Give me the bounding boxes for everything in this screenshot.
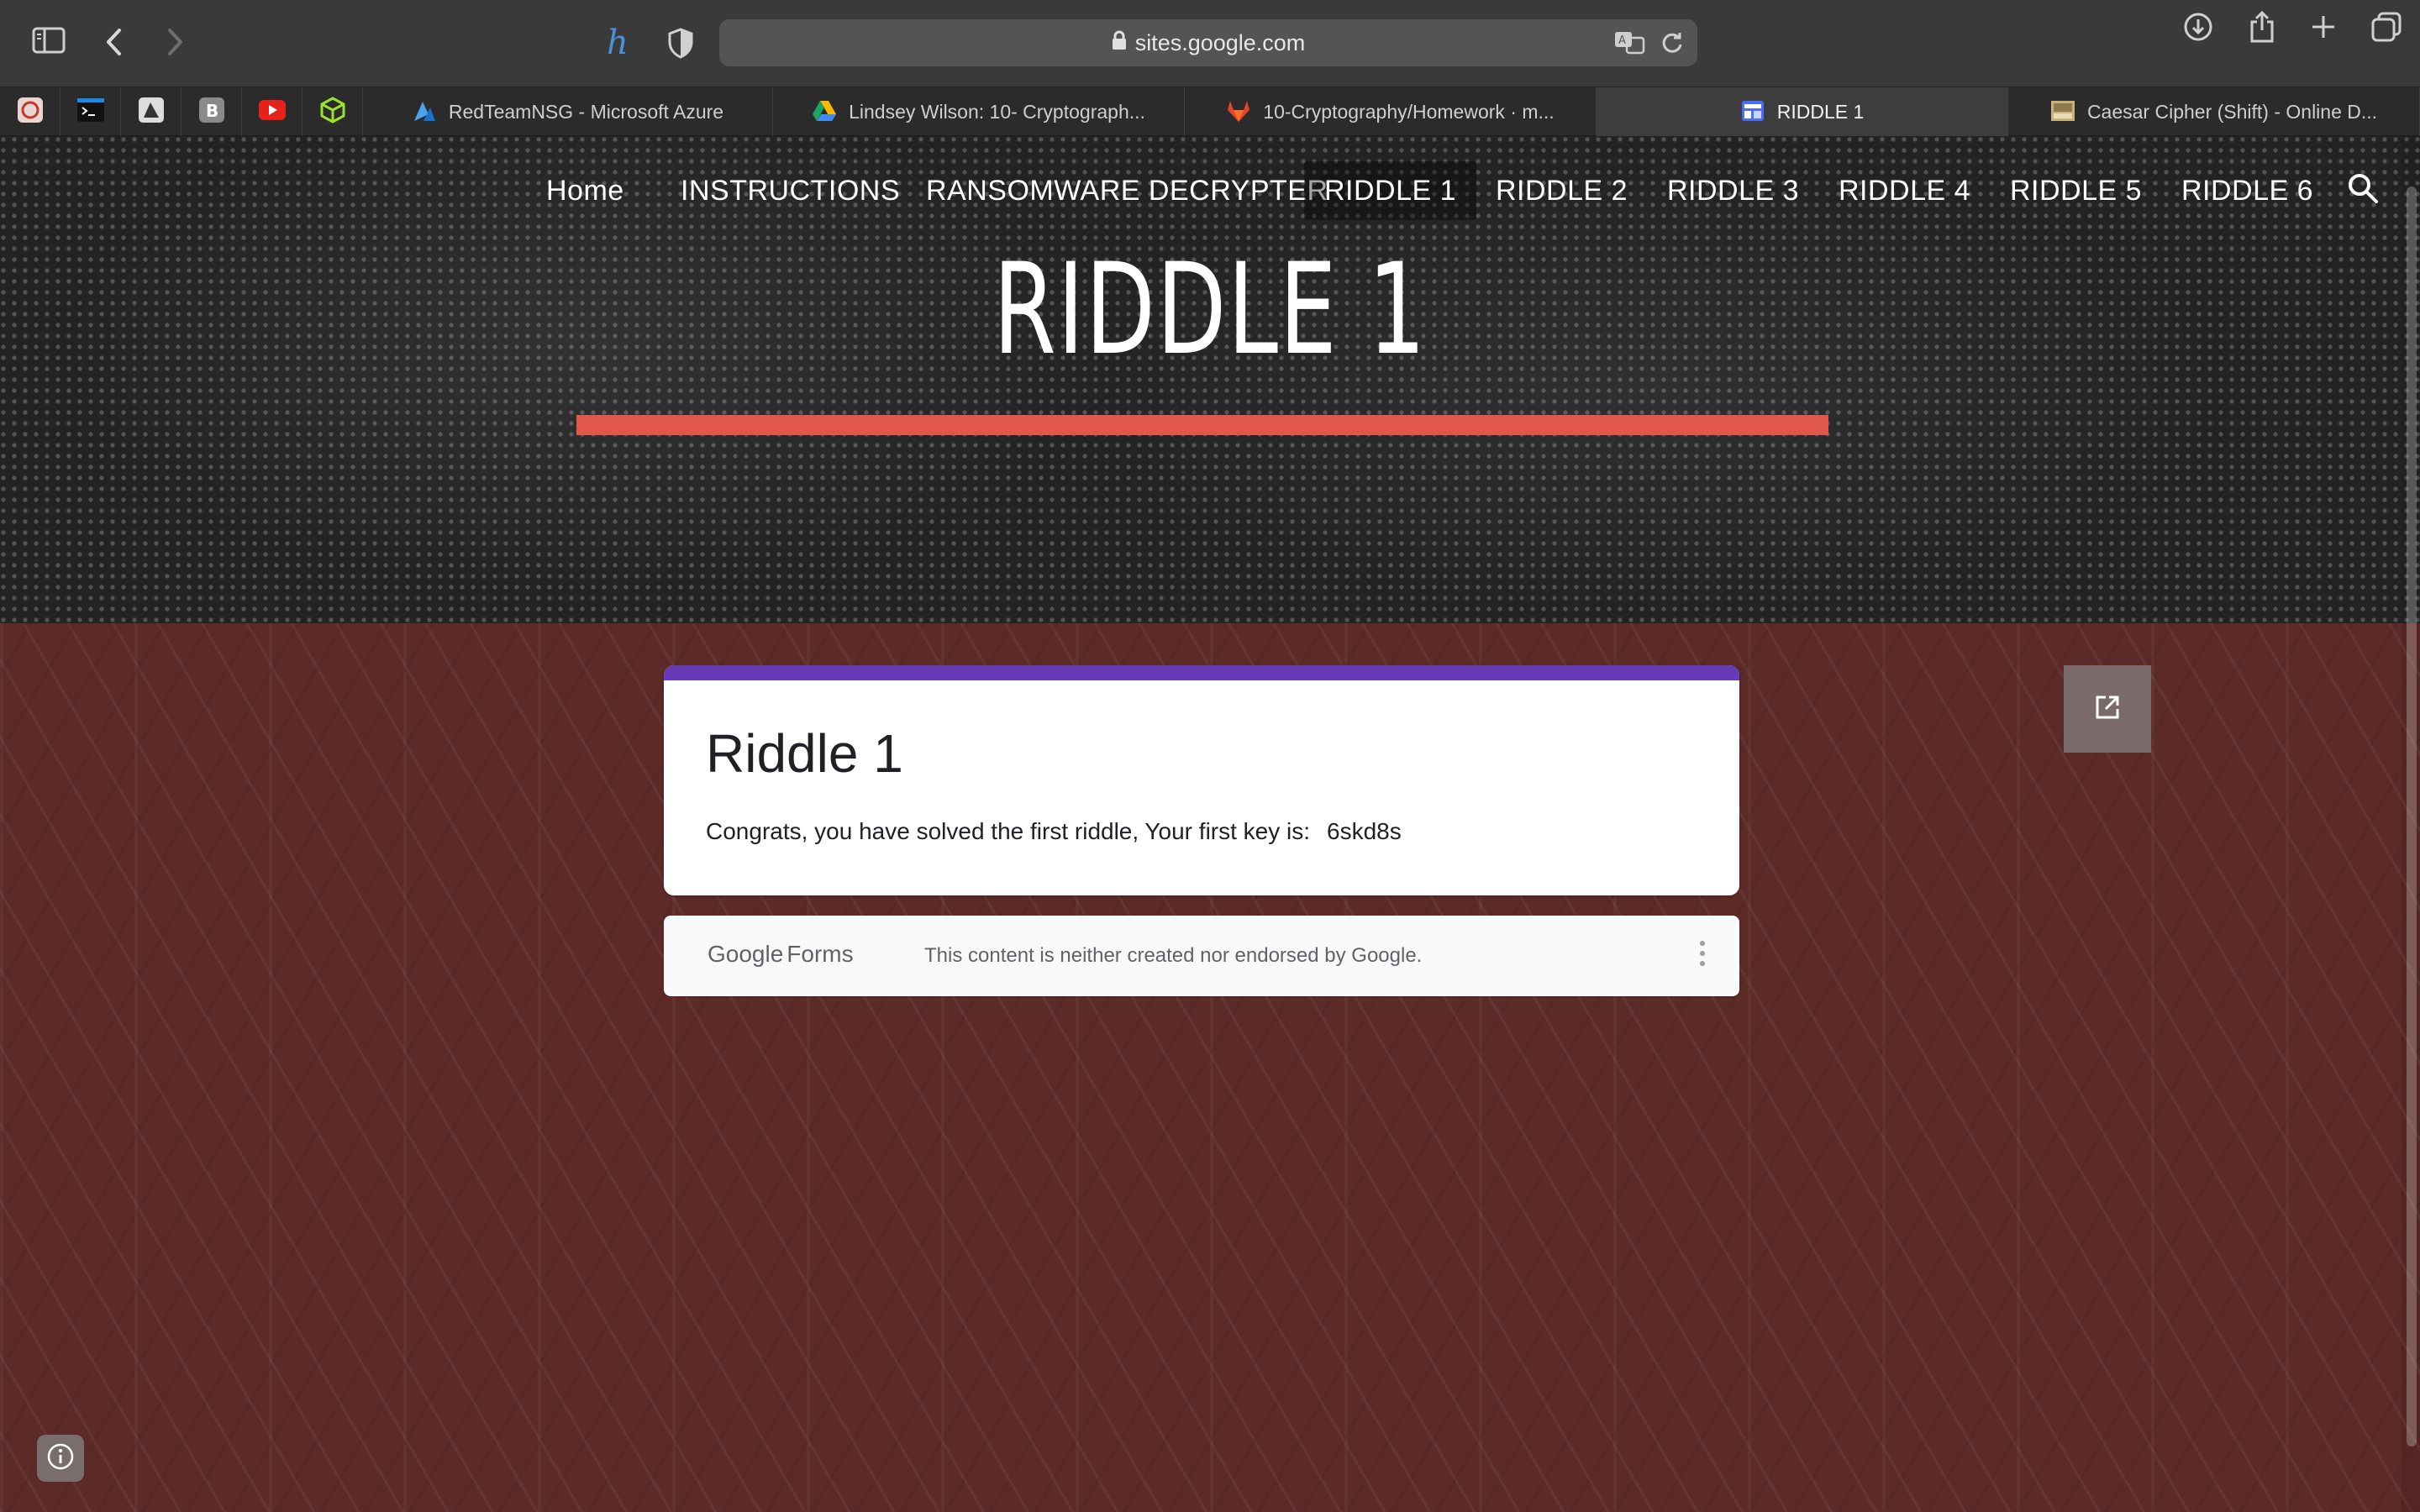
content-section: Riddle 1 Congrats, you have solved the f… xyxy=(0,623,2420,1512)
more-options-icon[interactable] xyxy=(1699,941,1706,971)
nav-instructions[interactable]: INSTRUCTIONS xyxy=(660,161,920,220)
google-drive-icon xyxy=(812,99,837,124)
google-forms-logo[interactable]: Google Forms xyxy=(708,941,854,968)
web-page: Home INSTRUCTIONS RANSOMWARE DECRYPTER R… xyxy=(0,136,2420,1512)
tab-overview-icon[interactable] xyxy=(2371,12,2402,46)
disclaimer-text: This content is neither created nor endo… xyxy=(924,944,1423,967)
reload-icon[interactable] xyxy=(1660,31,1684,60)
nav-ransomware-decrypter[interactable]: RANSOMWARE DECRYPTER xyxy=(906,161,1349,220)
downloads-icon[interactable] xyxy=(2183,12,2213,46)
search-icon[interactable] xyxy=(2346,171,2380,209)
site-info-button[interactable] xyxy=(37,1435,84,1482)
pinned-tab[interactable] xyxy=(0,87,60,136)
nav-riddle-1[interactable]: RIDDLE 1 xyxy=(1304,161,1477,220)
scrollbar[interactable] xyxy=(2402,136,2420,1512)
pinned-tab[interactable] xyxy=(121,87,182,136)
extension-h-icon[interactable]: h xyxy=(602,24,639,60)
scroll-thumb[interactable] xyxy=(2407,186,2417,1446)
back-icon[interactable] xyxy=(104,27,124,57)
site-nav: Home INSTRUCTIONS RANSOMWARE DECRYPTER R… xyxy=(0,161,2420,220)
tab-bar: B RedTeamNSG - Microsoft Azure Lindsey W… xyxy=(0,87,2420,136)
translate-icon[interactable]: A xyxy=(1613,29,1647,62)
url-text: sites.google.com xyxy=(1134,29,1306,55)
nav-riddle-5[interactable]: RIDDLE 5 xyxy=(1990,161,2162,220)
tab-riddle-1[interactable]: RIDDLE 1 xyxy=(1597,87,2008,136)
site-header: Home INSTRUCTIONS RANSOMWARE DECRYPTER R… xyxy=(0,136,2420,623)
azure-icon xyxy=(412,99,437,124)
open-in-new-window-button[interactable] xyxy=(2064,665,2151,753)
open-external-icon xyxy=(2094,694,2121,725)
new-tab-icon[interactable] xyxy=(2311,14,2336,44)
dcode-icon xyxy=(2050,99,2075,124)
nav-riddle-4[interactable]: RIDDLE 4 xyxy=(1818,161,1991,220)
address-bar[interactable]: sites.google.com A xyxy=(719,19,1697,66)
privacy-shield-icon[interactable] xyxy=(667,27,694,59)
pinned-app-icon xyxy=(16,96,45,129)
form-accent-bar xyxy=(664,665,1739,680)
terminal-icon xyxy=(76,97,105,127)
package-icon xyxy=(319,96,346,128)
form-title: Riddle 1 xyxy=(706,723,903,784)
form-description: Congrats, you have solved the first ridd… xyxy=(706,818,1402,845)
title-underline xyxy=(576,415,1828,435)
gitlab-icon xyxy=(1226,99,1251,124)
browser-toolbar: h sites.google.com A xyxy=(0,0,2420,87)
bootstrap-icon: B xyxy=(198,97,225,128)
pinned-tab[interactable] xyxy=(242,87,302,136)
nav-riddle-6[interactable]: RIDDLE 6 xyxy=(2161,161,2333,220)
form-key: 6skd8s xyxy=(1327,818,1402,844)
youtube-icon xyxy=(258,99,287,125)
svg-text:A: A xyxy=(1618,34,1626,47)
tab-gitlab[interactable]: 10-Cryptography/Homework · m... xyxy=(1185,87,1597,136)
embedded-form-card: Riddle 1 Congrats, you have solved the f… xyxy=(664,665,1739,895)
pinned-tab[interactable] xyxy=(302,87,363,136)
google-forms-footer: Google Forms This content is neither crea… xyxy=(664,916,1739,996)
tab-google-drive[interactable]: Lindsey Wilson: 10- Cryptograph... xyxy=(773,87,1185,136)
nav-riddle-2[interactable]: RIDDLE 2 xyxy=(1476,161,1648,220)
forward-icon[interactable] xyxy=(165,27,185,57)
info-icon xyxy=(46,1442,75,1475)
page-title: RIDDLE 1 xyxy=(992,237,1428,383)
sidebar-toggle-icon[interactable] xyxy=(32,27,66,54)
svg-text:h: h xyxy=(607,24,629,60)
nav-home[interactable]: Home xyxy=(526,161,644,220)
tab-azure[interactable]: RedTeamNSG - Microsoft Azure xyxy=(363,87,773,136)
pinned-tab[interactable] xyxy=(60,87,121,136)
google-sites-icon xyxy=(1740,99,1765,124)
form-message: Congrats, you have solved the first ridd… xyxy=(706,818,1311,844)
nav-riddle-3[interactable]: RIDDLE 3 xyxy=(1647,161,1819,220)
lock-icon xyxy=(1112,30,1127,56)
pinned-app-icon xyxy=(137,96,166,129)
tab-caesar-cipher[interactable]: Caesar Cipher (Shift) - Online D... xyxy=(2008,87,2420,136)
pinned-tab[interactable]: B xyxy=(182,87,242,136)
svg-text:B: B xyxy=(206,101,218,121)
share-icon[interactable] xyxy=(2249,10,2275,48)
